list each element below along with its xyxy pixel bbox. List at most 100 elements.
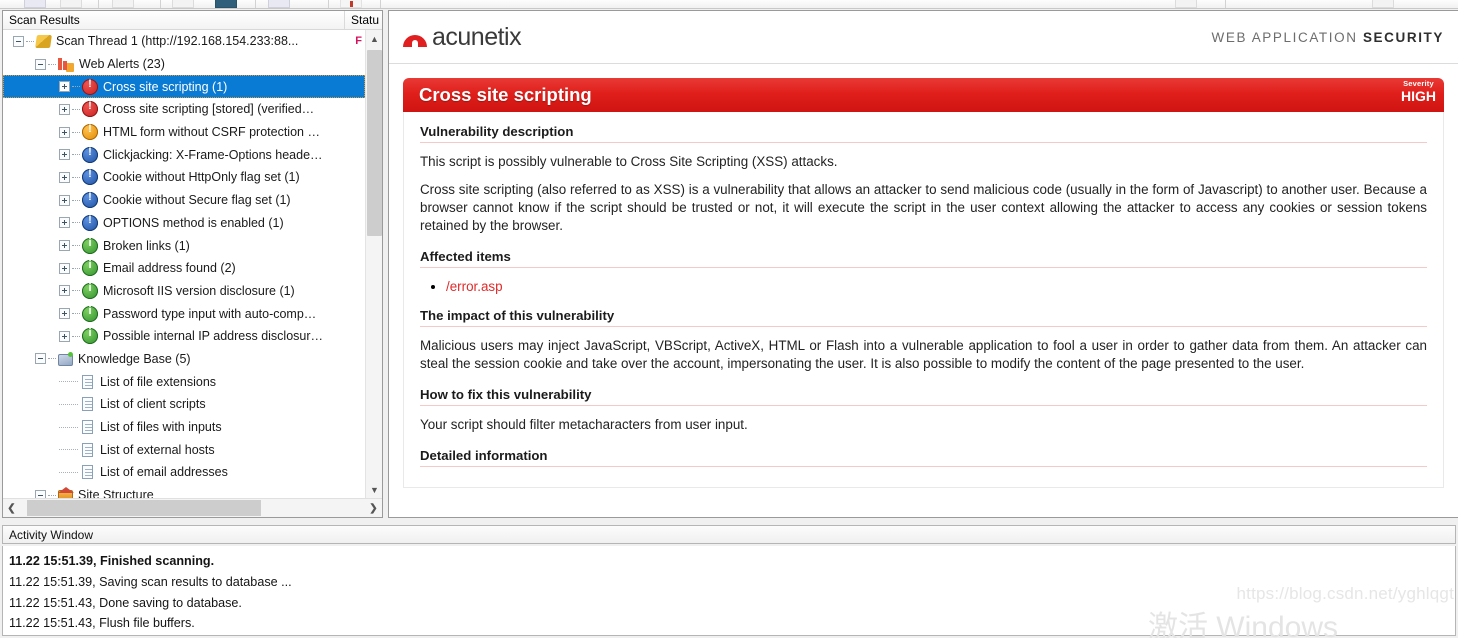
collapse-icon[interactable] — [35, 58, 46, 70]
section-heading-affected-items: Affected items — [420, 249, 1427, 268]
severity-info-icon — [82, 237, 98, 254]
tree-item-3[interactable]: Cross site scripting [stored] (verified… — [3, 98, 365, 121]
expand-icon[interactable] — [59, 285, 70, 297]
tree-item-11[interactable]: Microsoft IIS version disclosure (1) — [3, 280, 365, 303]
severity-info-icon — [82, 305, 98, 322]
tree-item-17[interactable]: List of files with inputs — [3, 416, 365, 439]
tree-item-6[interactable]: Cookie without HttpOnly flag set (1) — [3, 166, 365, 189]
collapse-icon[interactable] — [35, 353, 46, 365]
tree-item-label: Password type input with auto-comp… — [103, 306, 317, 321]
horizontal-scroll-thumb[interactable] — [27, 500, 261, 516]
tree-item-label: Cross site scripting (1) — [103, 79, 228, 94]
tree-leaf-connector — [59, 426, 78, 428]
toolbar-button-5[interactable] — [268, 0, 290, 8]
tree-connector — [72, 290, 80, 292]
tree-connector — [48, 494, 56, 496]
activity-window: Activity Window 11.22 15:51.39, Finished… — [2, 525, 1456, 636]
tree-item-label: OPTIONS method is enabled (1) — [103, 215, 284, 230]
tree-item-2[interactable]: Cross site scripting (1) — [3, 75, 365, 99]
tree-item-10[interactable]: Email address found (2) — [3, 257, 365, 280]
tree-item-16[interactable]: List of client scripts — [3, 393, 365, 416]
tree-connector — [72, 199, 80, 201]
scroll-down-arrow-icon[interactable]: ▼ — [366, 481, 382, 498]
affected-item-link[interactable]: /error.asp — [446, 279, 503, 294]
column-header-name[interactable]: Scan Results — [3, 11, 345, 29]
tree-item-8[interactable]: OPTIONS method is enabled (1) — [3, 212, 365, 235]
tree-item-0[interactable]: Scan Thread 1 (http://192.168.154.233:88… — [3, 30, 365, 53]
toolbar-button-active[interactable] — [215, 0, 237, 8]
tree-item-18[interactable]: List of external hosts — [3, 438, 365, 461]
scroll-right-arrow-icon[interactable]: ❯ — [365, 503, 382, 514]
toolbar-button-6[interactable] — [1175, 0, 1197, 8]
expand-icon[interactable] — [59, 149, 70, 161]
tree-item-12[interactable]: Password type input with auto-comp… — [3, 302, 365, 325]
collapse-icon[interactable] — [35, 489, 46, 498]
activity-log-line-3: 11.22 15:51.43, Flush file buffers. — [9, 616, 195, 631]
expand-icon[interactable] — [59, 194, 70, 206]
scroll-left-arrow-icon[interactable]: ❮ — [3, 503, 20, 514]
fix-paragraph: Your script should filter metacharacters… — [420, 417, 748, 432]
tree-item-20[interactable]: Site Structure — [3, 484, 365, 498]
tree-item-7[interactable]: Cookie without Secure flag set (1) — [3, 189, 365, 212]
activity-log[interactable]: 11.22 15:51.39, Finished scanning. 11.22 … — [2, 546, 1456, 636]
severity-high-icon — [82, 78, 98, 95]
scroll-up-arrow-icon[interactable]: ▲ — [366, 30, 382, 47]
tree-connector — [72, 108, 80, 110]
scan-thread-icon — [35, 34, 52, 48]
activity-log-line-1: 11.22 15:51.39, Saving scan results to d… — [9, 574, 292, 589]
toolbar-button-1[interactable] — [24, 0, 46, 8]
expand-icon[interactable] — [59, 330, 70, 342]
tree-item-15[interactable]: List of file extensions — [3, 370, 365, 393]
tree-rows-container: Scan Thread 1 (http://192.168.154.233:88… — [3, 30, 365, 498]
severity-low-icon — [82, 146, 98, 163]
collapse-icon[interactable] — [13, 35, 24, 47]
expand-icon[interactable] — [59, 103, 70, 115]
severity-info-icon — [82, 282, 98, 299]
tree-item-13[interactable]: Possible internal IP address disclosur… — [3, 325, 365, 348]
tree-item-19[interactable]: List of email addresses — [3, 461, 365, 484]
knowledge-base-icon — [58, 351, 73, 366]
toolbar-button-2[interactable] — [60, 0, 82, 8]
tree-item-label: Cross site scripting [stored] (verified… — [103, 102, 315, 117]
vertical-scroll-thumb[interactable] — [367, 50, 382, 236]
tree-item-label: Knowledge Base (5) — [78, 351, 191, 366]
tree-item-4[interactable]: HTML form without CSRF protection … — [3, 121, 365, 144]
tree-item-14[interactable]: Knowledge Base (5) — [3, 348, 365, 371]
description-paragraph-2: Cross site scripting (also referred to a… — [420, 182, 1427, 233]
affected-items-list: /error.asp — [420, 278, 1427, 296]
severity-info-icon — [82, 259, 98, 277]
description-paragraph-1: This script is possibly vulnerable to Cr… — [420, 154, 838, 169]
column-header-status[interactable]: Statu — [345, 11, 382, 29]
tree-item-label: List of external hosts — [100, 442, 215, 457]
toolbar-separator-6 — [1225, 0, 1226, 8]
toolbar-button-stop[interactable] — [340, 0, 362, 8]
page-title: Cross site scripting — [419, 84, 592, 105]
expand-icon[interactable] — [59, 171, 70, 183]
activity-log-line-2: 11.22 15:51.43, Done saving to database. — [9, 595, 242, 610]
tree-connector — [72, 335, 80, 337]
section-heading-fix: How to fix this vulnerability — [420, 387, 1427, 406]
web-alerts-icon — [58, 56, 74, 73]
tree-item-5[interactable]: Clickjacking: X-Frame-Options heade… — [3, 143, 365, 166]
toolbar-button-3[interactable] — [112, 0, 134, 8]
expand-icon[interactable] — [59, 217, 70, 229]
document-icon — [82, 374, 93, 389]
tree-horizontal-scrollbar[interactable]: ❮ ❯ — [3, 498, 382, 517]
expand-icon[interactable] — [59, 81, 70, 93]
tree-connector — [72, 245, 80, 247]
section-heading-description: Vulnerability description — [420, 124, 1427, 143]
expand-icon[interactable] — [59, 126, 70, 138]
expand-icon[interactable] — [59, 262, 70, 274]
tree-item-9[interactable]: Broken links (1) — [3, 234, 365, 257]
toolbar-button-4[interactable] — [172, 0, 194, 8]
horizontal-scroll-track[interactable] — [20, 500, 365, 516]
section-heading-detailed-information: Detailed information — [420, 448, 1427, 467]
activity-window-title: Activity Window — [2, 525, 1456, 544]
tree-item-label: Email address found (2) — [103, 261, 236, 276]
tree-item-1[interactable]: Web Alerts (23) — [3, 53, 365, 76]
acunetix-logo-icon — [403, 27, 427, 47]
expand-icon[interactable] — [59, 308, 70, 320]
expand-icon[interactable] — [59, 240, 70, 252]
toolbar-button-7[interactable] — [1372, 0, 1394, 8]
tree-vertical-scrollbar[interactable]: ▲ ▼ — [365, 30, 382, 498]
